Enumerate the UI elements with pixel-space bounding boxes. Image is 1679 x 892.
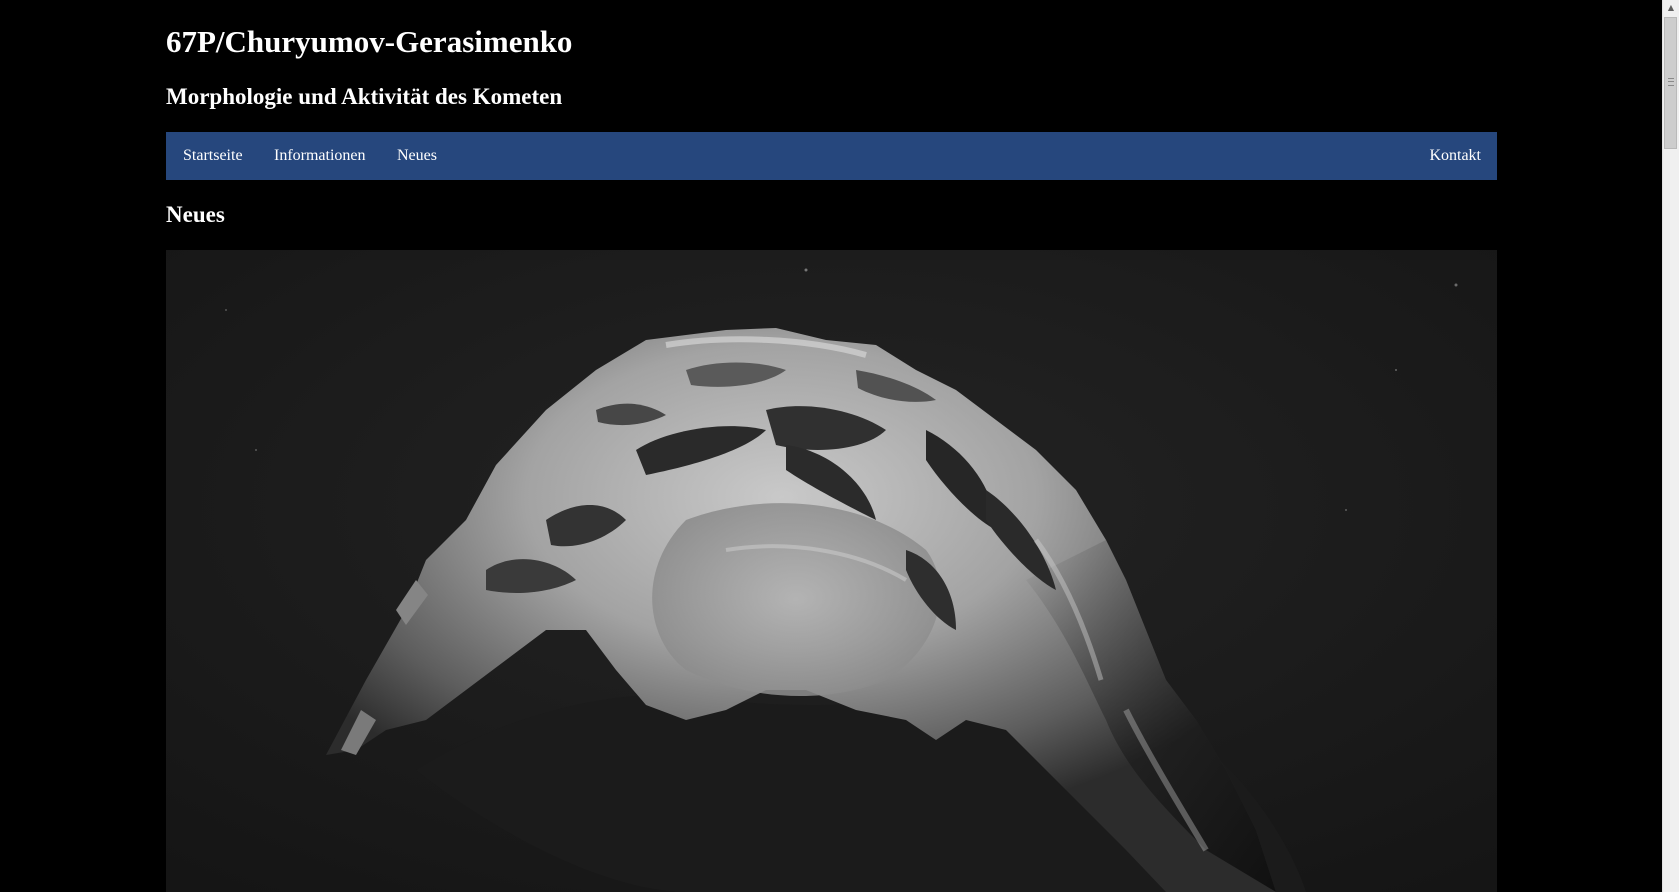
- nav-item-neues[interactable]: Neues: [397, 132, 437, 180]
- comet-photo: [166, 250, 1497, 892]
- section-heading: Neues: [166, 202, 225, 227]
- page: 67P/Churyumov-Gerasimenko Morphologie un…: [0, 0, 1679, 892]
- scrollbar-thumb[interactable]: [1664, 17, 1677, 149]
- site-title: 67P/Churyumov-Gerasimenko: [166, 24, 573, 59]
- site-subtitle: Morphologie und Aktivität des Kometen: [166, 84, 563, 109]
- vertical-scrollbar[interactable]: ▲: [1662, 0, 1679, 892]
- nav-item-informationen[interactable]: Informationen: [274, 132, 366, 180]
- grip-icon: [1668, 78, 1674, 86]
- nav-item-kontakt[interactable]: Kontakt: [1429, 132, 1481, 180]
- comet-image: [166, 250, 1497, 892]
- main-navigation: Startseite Informationen Neues Kontakt: [166, 132, 1497, 180]
- nav-item-startseite[interactable]: Startseite: [183, 132, 243, 180]
- scroll-up-arrow-icon[interactable]: ▲: [1663, 0, 1679, 16]
